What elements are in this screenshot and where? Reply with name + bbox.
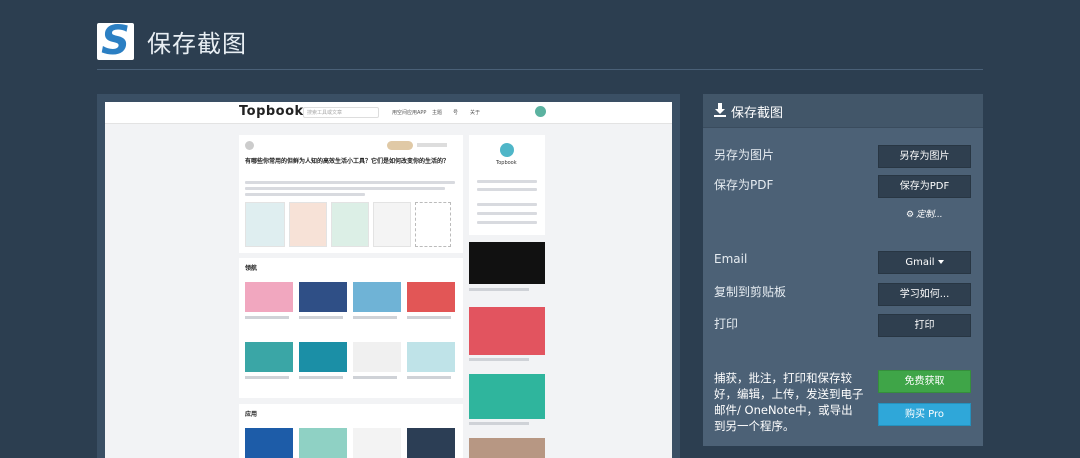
buy-pro-button[interactable]: 购买 Pro [878,403,971,426]
panel-title: 保存截图 [731,106,784,121]
save-screenshot-panel: 保存截图 另存为图片 另存为图片 保存为PDF 保存为PDF ⚙ 定制... Em… [703,94,983,446]
preview-site-logo: Topbook [239,104,304,119]
preview-nav-item: 号 [453,110,459,116]
customize-link[interactable]: ⚙ 定制... [906,207,943,220]
email-dropdown-button[interactable]: Gmail [878,251,971,274]
app-header: S 保存截图 [97,20,983,70]
save-image-button[interactable]: 另存为图片 [878,145,971,168]
clipboard-learn-button[interactable]: 学习如何... [878,283,971,306]
print-label: 打印 [714,317,739,331]
preview-topbar: Topbook 搜索工具或文章 用空间应用APP 主题 号 关于 [105,102,672,124]
save-pdf-button[interactable]: 保存为PDF [878,175,971,198]
save-image-label: 另存为图片 [714,148,775,162]
customize-label: 定制... [916,210,943,220]
preview-search: 搜索工具或文章 [303,107,379,118]
preview-article-card: 有哪些你常用的但鲜为人知的高效生活小工具？它们是如何改变你的生活的？ [239,135,463,253]
page-title: 保存截图 [147,30,247,58]
preview-avatar [535,106,546,117]
screenshot-preview: Topbook 搜索工具或文章 用空间应用APP 主题 号 关于 有哪些你常用的… [105,102,672,458]
preview-nav-item: 关于 [470,110,481,116]
print-button[interactable]: 打印 [878,314,971,337]
gear-icon: ⚙ [906,210,915,220]
email-label: Email [714,252,748,266]
screenshot-preview-frame: Topbook 搜索工具或文章 用空间应用APP 主题 号 关于 有哪些你常用的… [97,94,680,458]
preview-sidebar-image [469,438,545,458]
clipboard-label: 复制到剪贴板 [714,285,787,299]
preview-sidebar-image [469,242,545,284]
preview-section-card: 领航 [239,258,463,398]
caret-down-icon [937,260,944,264]
preview-section-card: 应用 [239,404,463,458]
preview-profile-card: Topbook [469,135,545,235]
preview-sidebar-image [469,374,545,419]
download-icon [714,103,726,117]
email-button-label: Gmail [905,257,935,268]
free-get-button[interactable]: 免费获取 [878,370,971,393]
promo-text: 捕获，批注，打印和保存较好，编辑，上传，发送到电子邮件/ OneNote中，或导… [714,371,864,433]
s-logo-icon: S [97,23,134,60]
preview-section-title: 应用 [245,411,258,418]
panel-header: 保存截图 [703,94,983,128]
preview-article-title: 有哪些你常用的但鲜为人知的高效生活小工具？它们是如何改变你的生活的？ [245,158,450,165]
preview-section-title: 领航 [245,265,258,272]
preview-nav-item: 主题 [432,110,443,116]
save-pdf-label: 保存为PDF [714,178,774,192]
preview-nav-item: 用空间应用APP [392,110,427,116]
preview-profile-name: Topbook [496,160,517,166]
preview-sidebar-image [469,307,545,355]
